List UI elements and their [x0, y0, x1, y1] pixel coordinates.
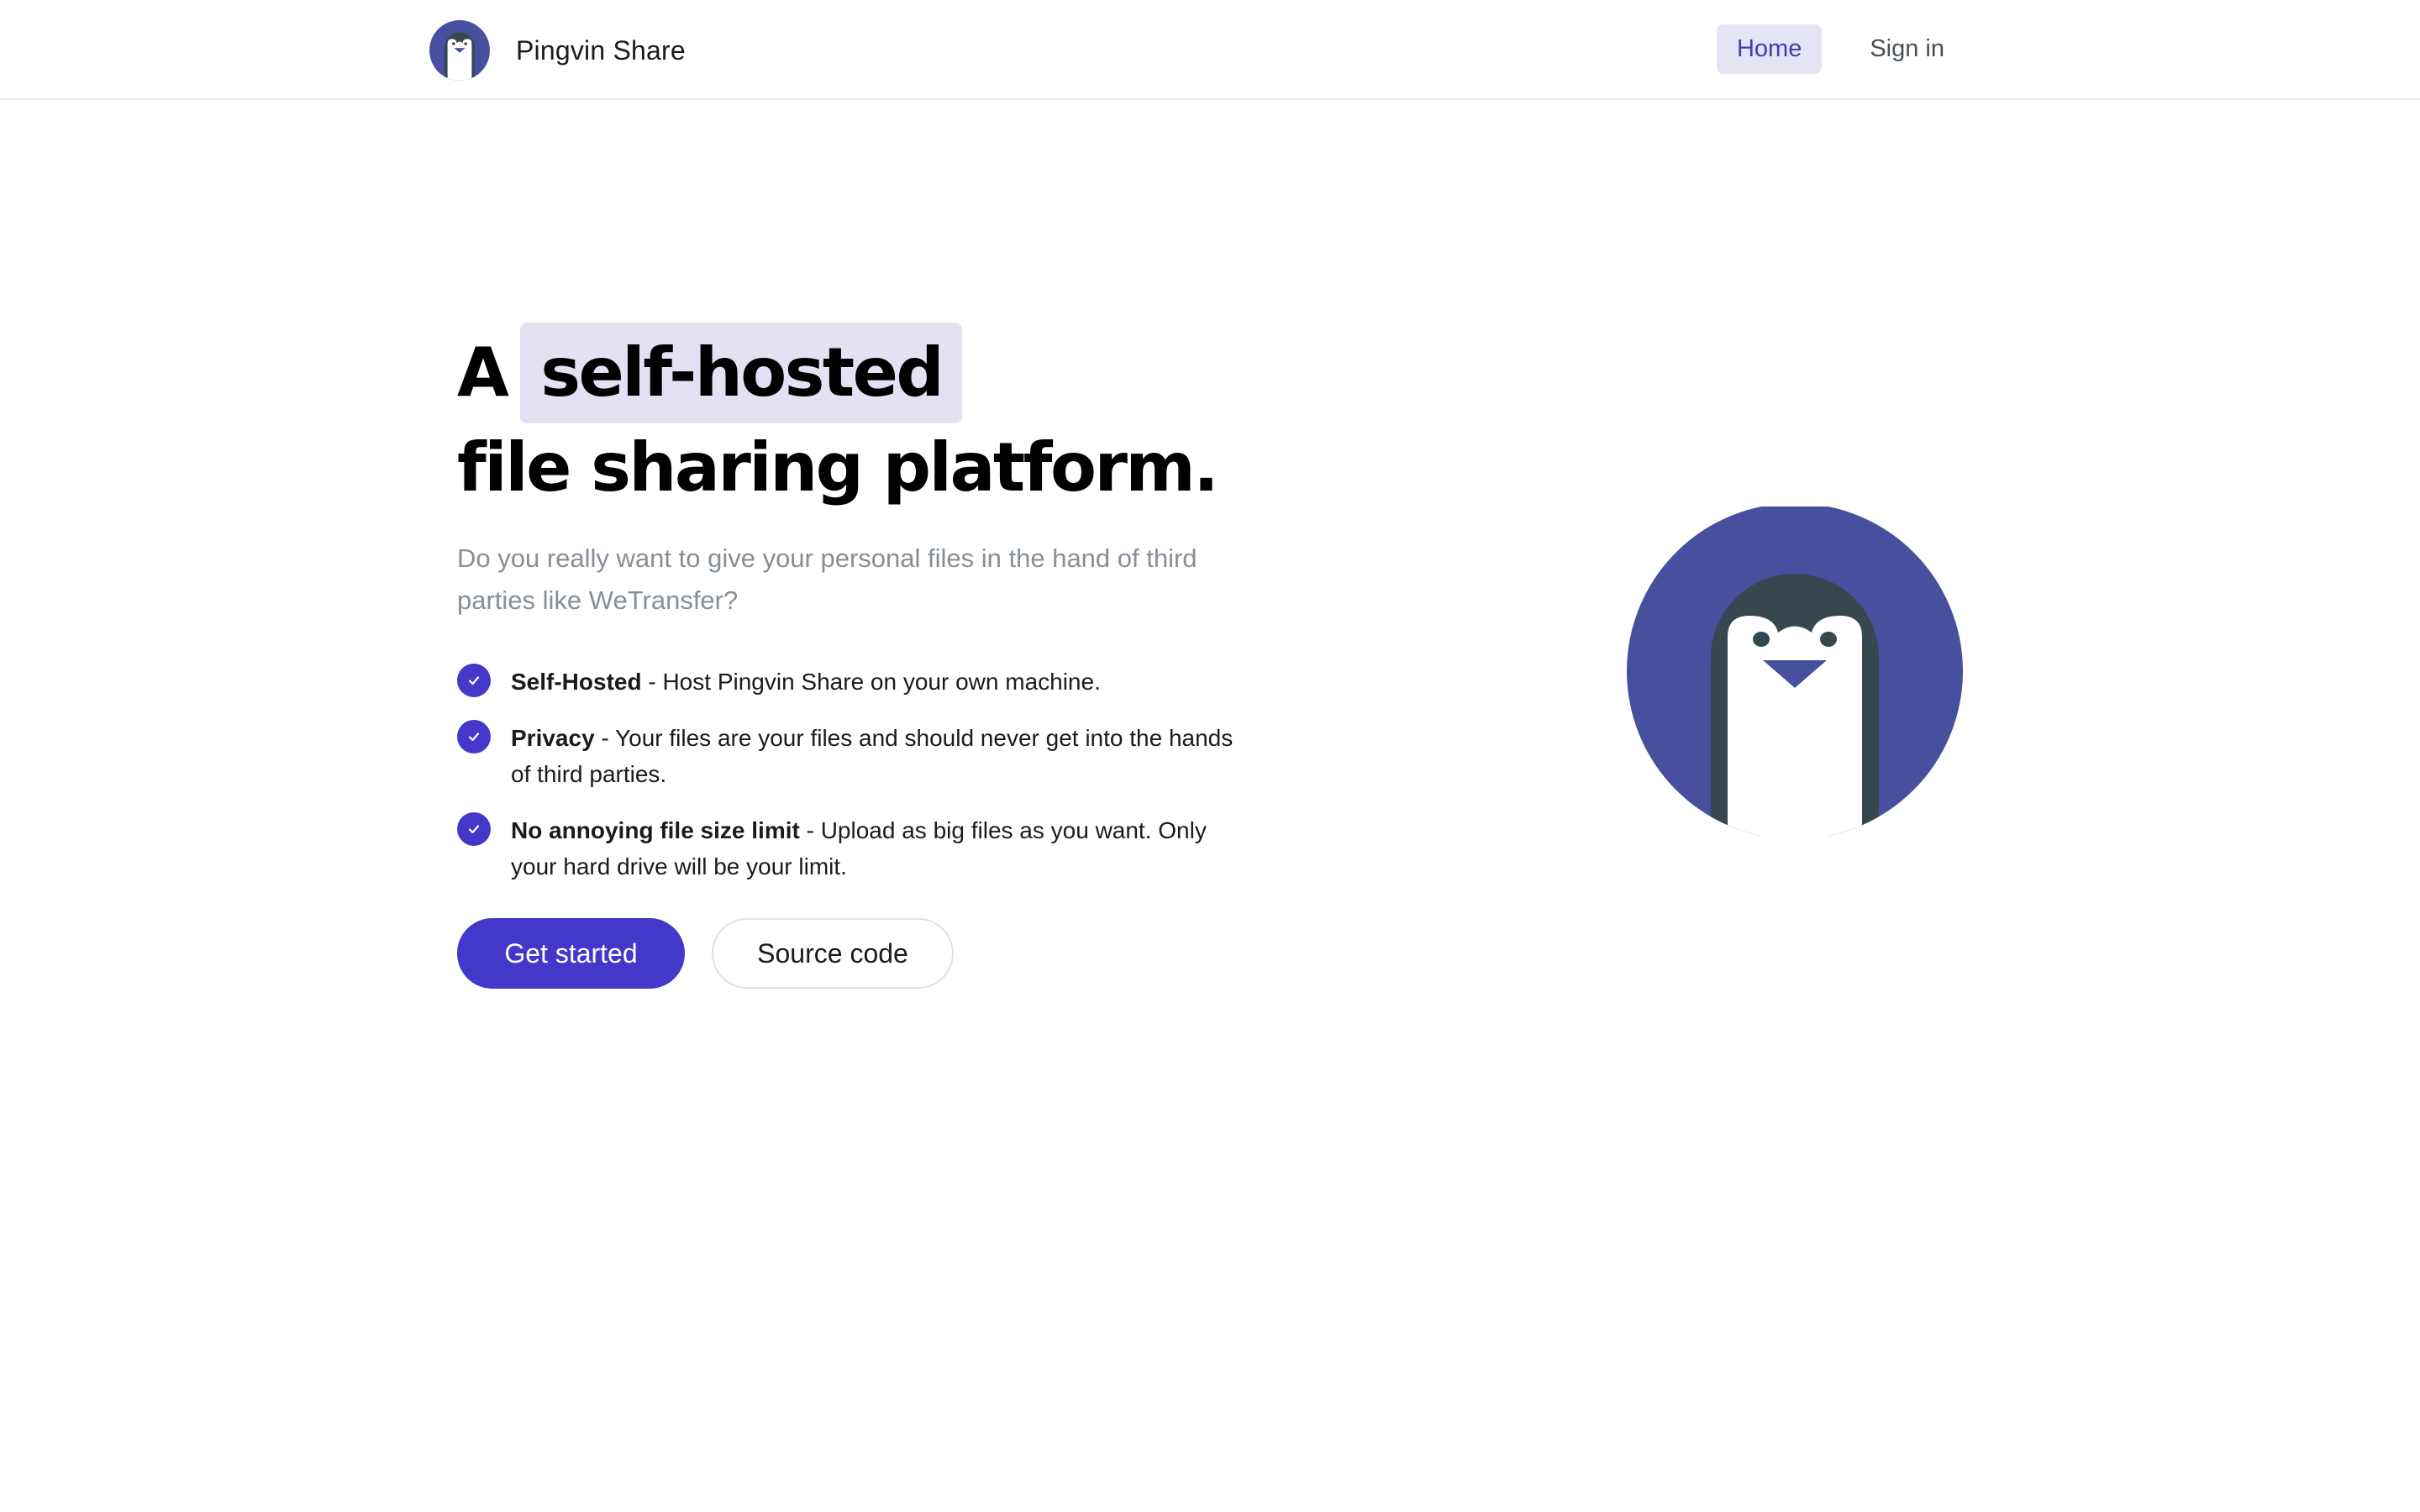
feature-item: Self-Hosted - Host Pingvin Share on your… [457, 664, 1264, 700]
feature-title: Self-Hosted [511, 669, 642, 695]
hero-headline: Aself-hosted file sharing platform. [457, 323, 1264, 512]
feature-text: Privacy - Your files are your files and … [511, 720, 1250, 792]
nav-sign-in-link[interactable]: Sign in [1849, 24, 1965, 74]
headline-line-2: file sharing platform. [457, 428, 1219, 507]
feature-item: Privacy - Your files are your files and … [457, 720, 1264, 792]
source-code-button[interactable]: Source code [712, 918, 954, 989]
hero-buttons: Get started Source code [457, 918, 1264, 989]
feature-description: - Your files are your files and should n… [511, 725, 1234, 787]
feature-list: Self-Hosted - Host Pingvin Share on your… [457, 664, 1264, 885]
headline-prefix: A [457, 333, 509, 412]
hero-section: Aself-hosted file sharing platform. Do y… [457, 323, 1264, 989]
penguin-illustration-icon [1627, 507, 1963, 836]
headline-highlight: self-hosted [520, 323, 963, 423]
penguin-logo-icon [429, 20, 490, 81]
feature-description: - Host Pingvin Share on your own machine… [641, 669, 1101, 695]
check-icon [457, 812, 491, 846]
app-name: Pingvin Share [516, 34, 686, 66]
hero-lead-text: Do you really want to give your personal… [457, 543, 1197, 615]
nav-home-link[interactable]: Home [1716, 24, 1823, 74]
feature-text: Self-Hosted - Host Pingvin Share on your… [511, 664, 1250, 700]
top-header: Pingvin Share Home Sign in [0, 0, 2420, 100]
feature-text: No annoying file size limit - Upload as … [511, 812, 1250, 885]
feature-item: No annoying file size limit - Upload as … [457, 812, 1264, 885]
check-icon [457, 720, 491, 753]
brand-home-link[interactable]: Pingvin Share [429, 20, 686, 81]
feature-title: No annoying file size limit [511, 817, 800, 843]
check-icon [457, 664, 491, 697]
headline-line-1: Aself-hosted [457, 323, 1264, 423]
get-started-button[interactable]: Get started [457, 918, 685, 989]
main-nav: Home Sign in [1716, 24, 1965, 74]
feature-title: Privacy [511, 725, 595, 751]
